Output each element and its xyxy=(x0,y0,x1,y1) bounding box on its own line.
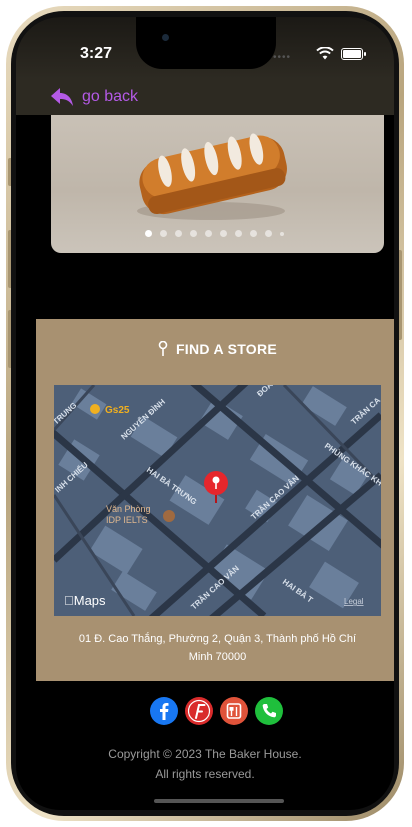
find-store-section: FIND A STORE Gs25 Văn Phòng IDP IELTS NG… xyxy=(36,319,394,681)
map-canvas: Gs25 Văn Phòng IDP IELTS NGUYỄN ĐÌNH HAI… xyxy=(54,385,381,616)
map-street-label: HAI BÀ T xyxy=(281,577,315,604)
carousel-dot[interactable] xyxy=(205,230,212,237)
status-time: 3:27 xyxy=(80,45,113,62)
store-title-text: FIND A STORE xyxy=(175,341,278,357)
foody-button[interactable] xyxy=(185,697,213,725)
carousel-dot[interactable] xyxy=(145,230,152,237)
copyright-line-1: Copyright © 2023 The Baker House. xyxy=(108,747,302,761)
map-poi-idp-line1: Văn Phòng xyxy=(106,504,151,514)
store-address: 01 Đ. Cao Thắng, Phường 2, Quận 3, Thành… xyxy=(66,630,369,666)
back-arrow-icon xyxy=(51,88,73,106)
home-indicator[interactable] xyxy=(154,799,284,803)
carousel-pagination[interactable] xyxy=(51,230,384,237)
map-poi-idp-line2: IDP IELTS xyxy=(106,515,148,525)
carousel-dot[interactable] xyxy=(265,230,272,237)
map-street-label: ĐOÀN xyxy=(255,385,279,398)
phone-button[interactable] xyxy=(255,697,283,725)
cellular-signal-icon: •••• xyxy=(273,52,292,63)
screen: 3:27 •••• go back FIND A STORE Gs25 Văn … xyxy=(16,17,394,810)
address-line-2: Minh 70000 xyxy=(188,651,247,663)
restaurant-button[interactable] xyxy=(220,697,248,725)
phone-icon xyxy=(262,704,276,718)
map-legal-link[interactable]: Legal xyxy=(344,597,364,606)
carousel-dot[interactable] xyxy=(280,232,284,236)
status-bar: 3:27 •••• xyxy=(16,17,394,79)
dynamic-notch xyxy=(136,17,276,69)
address-line-1: 01 Đ. Cao Thắng, Phường 2, Quận 3, Thành… xyxy=(78,633,357,645)
carousel-dot[interactable] xyxy=(190,230,197,237)
map-street-label: TRUNG xyxy=(54,401,78,427)
social-links xyxy=(150,697,283,725)
battery-icon xyxy=(341,48,366,60)
nav-bar: go back xyxy=(16,79,394,115)
back-button[interactable]: go back xyxy=(50,87,138,107)
carousel-dot[interactable] xyxy=(250,230,257,237)
footer-copyright: Copyright © 2023 The Baker House. All ri… xyxy=(16,744,394,784)
product-carousel[interactable] xyxy=(51,115,384,253)
carousel-dot[interactable] xyxy=(160,230,167,237)
copyright-line-2: All rights reserved. xyxy=(155,767,255,781)
facebook-icon xyxy=(160,703,169,720)
carousel-dot[interactable] xyxy=(175,230,182,237)
map-poi-gs25: Gs25 xyxy=(105,405,130,416)
wifi-icon xyxy=(316,47,334,60)
store-map[interactable]: Gs25 Văn Phòng IDP IELTS NGUYỄN ĐÌNH HAI… xyxy=(54,385,381,616)
carousel-dot[interactable] xyxy=(235,230,242,237)
camera-icon xyxy=(162,34,169,41)
facebook-button[interactable] xyxy=(150,697,178,725)
store-title: FIND A STORE xyxy=(36,341,394,357)
back-label: go back xyxy=(82,88,139,105)
pin-icon xyxy=(158,341,168,356)
foody-icon xyxy=(187,699,211,723)
carousel-dot[interactable] xyxy=(220,230,227,237)
restaurant-icon xyxy=(226,703,242,719)
maps-logo: Maps xyxy=(64,593,106,608)
